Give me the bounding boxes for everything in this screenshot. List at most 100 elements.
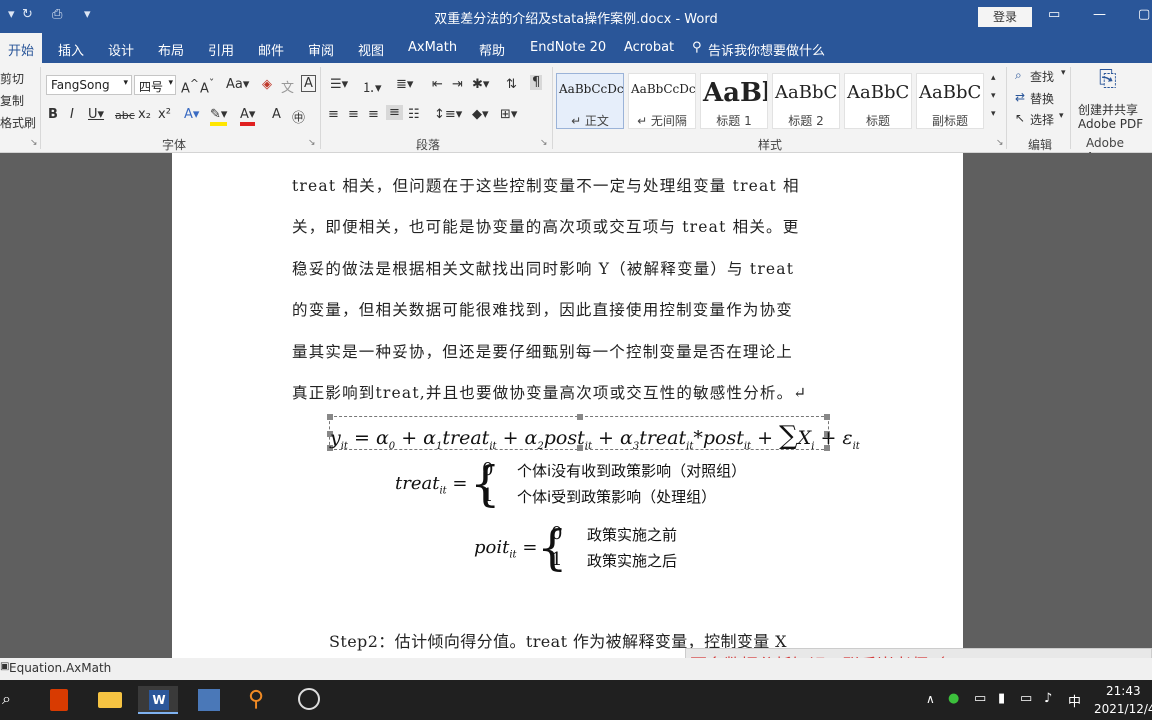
shading-icon[interactable]: A bbox=[272, 107, 281, 122]
tell-me-search[interactable]: 告诉我你想要做什么 bbox=[708, 40, 825, 59]
bullets-icon[interactable]: ☰▾ bbox=[330, 77, 348, 92]
multilevel-list-icon[interactable]: ≣▾ bbox=[396, 77, 413, 92]
superscript-icon[interactable]: x² bbox=[158, 107, 171, 122]
dialog-launcher-icon[interactable]: ↘ bbox=[30, 138, 38, 148]
shading-fill-icon[interactable]: ◆▾ bbox=[472, 107, 489, 122]
asian-layout-icon[interactable]: ✱▾ bbox=[472, 77, 489, 92]
microphone-icon[interactable]: ▮ bbox=[998, 691, 1005, 706]
style-no-spacing[interactable]: AaBbCcDc ↵ 无间隔 bbox=[628, 73, 696, 129]
taskbar-office[interactable] bbox=[40, 686, 80, 714]
ribbon-tab-bar: 开始 插入 设计 布局 引用 邮件 审阅 视图 AxMath 帮助 EndNot… bbox=[0, 33, 1152, 63]
dialog-launcher-icon[interactable]: ↘ bbox=[996, 138, 1004, 148]
taskbar-word[interactable]: W bbox=[138, 686, 178, 714]
wechat-icon[interactable]: ● bbox=[948, 691, 959, 706]
increase-indent-icon[interactable]: ⇥ bbox=[452, 77, 463, 92]
quick-access-dropdown-icon[interactable]: ▾ bbox=[8, 7, 15, 22]
restore-icon[interactable]: ▢ bbox=[1138, 7, 1150, 22]
volume-icon[interactable]: ♪ bbox=[1044, 691, 1052, 706]
tab-layout[interactable]: 布局 bbox=[158, 40, 184, 59]
line-spacing-icon[interactable]: ↕≡▾ bbox=[434, 107, 462, 122]
style-subtitle[interactable]: AaBbC 副标题 bbox=[916, 73, 984, 129]
tab-home[interactable]: 开始 bbox=[0, 33, 43, 63]
clear-format-icon[interactable]: ◈ bbox=[262, 77, 272, 92]
char-border-icon[interactable]: A bbox=[301, 75, 316, 92]
show-marks-icon[interactable]: ¶ bbox=[530, 75, 543, 90]
tab-acrobat[interactable]: Acrobat bbox=[624, 40, 674, 55]
battery-icon[interactable]: ▭ bbox=[974, 691, 986, 706]
resize-handle[interactable] bbox=[577, 414, 583, 420]
create-share-pdf-line1[interactable]: 创建并共享 bbox=[1078, 101, 1138, 118]
numbering-icon[interactable]: ⒈▾ bbox=[362, 77, 382, 96]
decrease-indent-icon[interactable]: ⇤ bbox=[432, 77, 443, 92]
taskbar-file-explorer[interactable] bbox=[90, 686, 130, 714]
tab-design[interactable]: 设计 bbox=[108, 40, 134, 59]
font-name-select[interactable]: FangSong ▾ bbox=[46, 75, 132, 95]
underline-icon[interactable]: U▾ bbox=[88, 107, 104, 122]
tab-help[interactable]: 帮助 bbox=[479, 40, 505, 59]
equation-object-selected[interactable]: yit = α0 + α1treatit + α2postit + α3trea… bbox=[327, 414, 860, 452]
tab-insert[interactable]: 插入 bbox=[58, 40, 84, 59]
tab-references[interactable]: 引用 bbox=[208, 40, 234, 59]
network-icon[interactable]: ▭ bbox=[1020, 691, 1032, 706]
format-painter-button[interactable]: 格式刷 bbox=[0, 114, 36, 131]
ribbon-display-icon[interactable]: ▭ bbox=[1048, 7, 1060, 22]
tab-endnote[interactable]: EndNote 20 bbox=[530, 40, 606, 55]
tab-view[interactable]: 视图 bbox=[358, 40, 384, 59]
text-effects-icon[interactable]: A▾ bbox=[184, 107, 199, 122]
change-case-icon[interactable]: Aa▾ bbox=[226, 77, 249, 92]
strikethrough-icon[interactable]: abc bbox=[115, 109, 135, 122]
cut-button[interactable]: 剪切 bbox=[0, 70, 24, 87]
style-heading-2[interactable]: AaBbC 标题 2 bbox=[772, 73, 840, 129]
find-button[interactable]: 查找 bbox=[1030, 68, 1054, 85]
ime-indicator[interactable]: 中 bbox=[1068, 691, 1081, 710]
align-center-icon[interactable]: ≡ bbox=[348, 107, 359, 122]
tab-mailings[interactable]: 邮件 bbox=[258, 40, 284, 59]
bold-icon[interactable]: B bbox=[48, 107, 58, 122]
pinyin-icon[interactable]: 文 bbox=[281, 77, 294, 96]
highlight-icon[interactable]: ✎▾ bbox=[210, 107, 228, 126]
copy-button[interactable]: 复制 bbox=[0, 92, 24, 109]
font-color-icon[interactable]: A▾ bbox=[240, 107, 256, 126]
styles-scroll-up-icon[interactable]: ▴ bbox=[991, 73, 996, 83]
grow-font-icon[interactable]: A^ bbox=[181, 77, 199, 96]
dialog-launcher-icon[interactable]: ↘ bbox=[308, 138, 316, 148]
distributed-icon[interactable]: ☷ bbox=[408, 107, 420, 122]
select-button[interactable]: 选择 bbox=[1030, 111, 1054, 128]
search-icon[interactable]: ⌕ bbox=[2, 689, 11, 709]
borders-icon[interactable]: ⊞▾ bbox=[500, 107, 517, 122]
tab-axmath[interactable]: AxMath bbox=[408, 40, 457, 55]
align-right-icon[interactable]: ≡ bbox=[368, 107, 379, 122]
taskbar-search-app[interactable]: ⚲ bbox=[238, 686, 278, 714]
document-page[interactable]: treat 相关，但问题在于这些控制变量不一定与处理组变量 treat 相 关，… bbox=[172, 153, 963, 658]
sort-icon[interactable]: ⇅ bbox=[506, 77, 517, 92]
dialog-launcher-icon[interactable]: ↘ bbox=[540, 138, 548, 148]
redo-icon[interactable]: ↻ bbox=[22, 7, 33, 22]
document-area[interactable]: treat 相关，但问题在于这些控制变量不一定与处理组变量 treat 相 关，… bbox=[0, 153, 1152, 658]
clock-time[interactable]: 21:43 bbox=[1106, 684, 1141, 698]
shrink-font-icon[interactable]: Aˇ bbox=[200, 77, 214, 96]
styles-scroll-down-icon[interactable]: ▾ bbox=[991, 91, 996, 101]
tab-review[interactable]: 审阅 bbox=[308, 40, 334, 59]
tray-overflow-icon[interactable]: ∧ bbox=[926, 692, 935, 706]
create-share-pdf-line2[interactable]: Adobe PDF bbox=[1078, 117, 1143, 131]
resize-handle[interactable] bbox=[327, 414, 333, 420]
style-normal[interactable]: AaBbCcDc ↵ 正文 bbox=[556, 73, 624, 129]
subscript-icon[interactable]: x₂ bbox=[138, 107, 151, 122]
minimize-icon[interactable]: — bbox=[1093, 7, 1106, 22]
taskbar-obs[interactable] bbox=[288, 686, 328, 714]
font-size-select[interactable]: 四号 ▾ bbox=[134, 75, 176, 95]
italic-icon[interactable]: I bbox=[70, 107, 74, 122]
clock-date[interactable]: 2021/12/4 bbox=[1094, 702, 1152, 716]
print-preview-icon[interactable]: ⎙ bbox=[52, 7, 62, 22]
taskbar-calculator[interactable] bbox=[188, 686, 228, 714]
enclose-char-icon[interactable]: ㊥ bbox=[292, 107, 305, 126]
customize-quick-access-icon[interactable]: ▾ bbox=[84, 7, 91, 22]
style-heading-1[interactable]: AaBl 标题 1 bbox=[700, 73, 768, 129]
style-title[interactable]: AaBbC 标题 bbox=[844, 73, 912, 129]
replace-button[interactable]: 替换 bbox=[1030, 90, 1054, 107]
styles-more-icon[interactable]: ▾ bbox=[991, 109, 996, 119]
align-left-icon[interactable]: ≡ bbox=[328, 107, 339, 122]
login-button[interactable]: 登录 bbox=[978, 7, 1032, 27]
justify-icon[interactable]: ≡ bbox=[386, 105, 403, 120]
resize-handle[interactable] bbox=[824, 414, 830, 420]
